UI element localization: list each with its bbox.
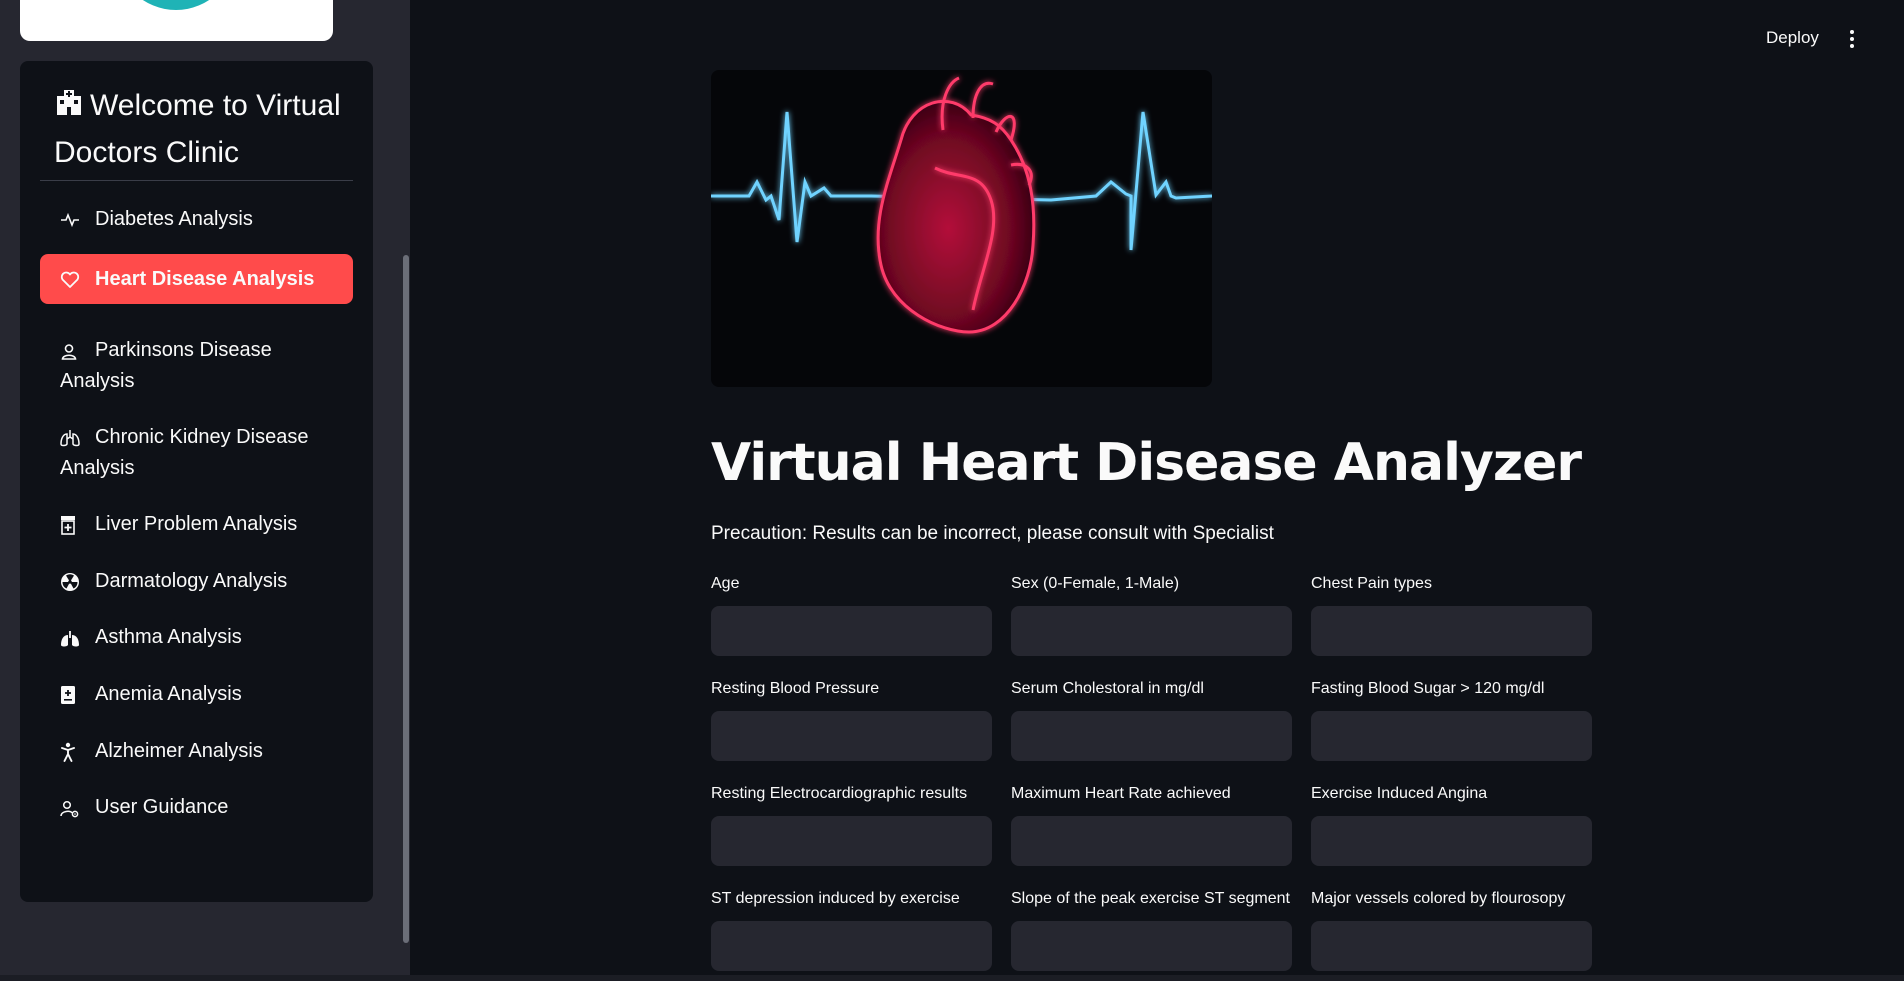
age-field: Age <box>711 574 992 656</box>
menu-item-label: Alzheimer Analysis <box>95 739 263 762</box>
lungs-icon <box>60 623 95 653</box>
menu-item-label: Asthma Analysis <box>95 626 242 649</box>
st-depression-field: ST depression induced by exercise <box>711 889 992 971</box>
menu-item-liver[interactable]: Liver Problem Analysis <box>40 502 353 547</box>
menu-item-label: Heart Disease Analysis <box>95 267 315 290</box>
sidebar-scrollbar[interactable] <box>403 255 409 943</box>
st-slope-field: Slope of the peak exercise ST segment <box>1011 889 1292 971</box>
radiation-icon <box>60 566 95 596</box>
heart-ecg-image <box>711 70 1212 387</box>
field-label: Chest Pain types <box>1311 575 1432 592</box>
menu-item-label: Liver Problem Analysis <box>95 512 298 535</box>
cholesterol-field: Serum Cholestoral in mg/dl <box>1011 679 1292 761</box>
major-vessels-input[interactable] <box>1311 921 1592 971</box>
menu-item-diabetes[interactable]: Diabetes Analysis <box>40 197 353 242</box>
sex-input[interactable] <box>1011 606 1292 656</box>
field-label: Age <box>711 575 740 592</box>
field-label: Slope of the peak exercise ST segment <box>1011 890 1290 907</box>
menu-item-label: Diabetes Analysis <box>95 208 253 230</box>
more-options-icon[interactable] <box>1845 30 1859 52</box>
fasting-sugar-input[interactable] <box>1311 711 1592 761</box>
menu-item-user-guidance[interactable]: User Guidance <box>40 785 353 830</box>
menu-heading-text: Welcome to Virtual Doctors Clinic <box>54 89 341 169</box>
exercise-angina-input[interactable] <box>1311 816 1592 866</box>
field-label: Fasting Blood Sugar > 120 mg/dl <box>1311 680 1545 697</box>
lungs-outline-icon <box>60 423 95 453</box>
field-label: Exercise Induced Angina <box>1311 785 1488 802</box>
cholesterol-input[interactable] <box>1011 711 1292 761</box>
field-label: ST depression induced by exercise <box>711 890 960 907</box>
clinic-logo <box>20 0 333 41</box>
user-gear-icon <box>60 793 95 823</box>
st-depression-input[interactable] <box>711 921 992 971</box>
st-slope-input[interactable] <box>1011 921 1292 971</box>
field-label: Maximum Heart Rate achieved <box>1011 785 1231 802</box>
menu-item-darmatology[interactable]: Darmatology Analysis <box>40 559 353 604</box>
menu-item-parkinsons[interactable]: Parkinsons Disease Analysis <box>40 328 353 403</box>
precaution-text: Precaution: Results can be incorrect, pl… <box>711 523 1274 544</box>
menu-item-asthma[interactable]: Asthma Analysis <box>40 615 353 660</box>
menu-item-label: Darmatology Analysis <box>95 569 288 592</box>
max-heart-rate-input[interactable] <box>1011 816 1292 866</box>
page-title: Virtual Heart Disease Analyzer <box>711 433 1582 493</box>
menu-item-chronic-kidney[interactable]: Chronic Kidney Disease Analysis <box>40 415 353 490</box>
menu-item-label: Anemia Analysis <box>95 683 242 706</box>
fasting-sugar-field: Fasting Blood Sugar > 120 mg/dl <box>1311 679 1592 761</box>
logo-emblem <box>116 0 236 10</box>
menu-item-label: Chronic Kidney Disease Analysis <box>60 426 309 479</box>
major-vessels-field: Major vessels colored by flourosopy <box>1311 889 1592 971</box>
resting-bp-field: Resting Blood Pressure <box>711 679 992 761</box>
heart-icon <box>60 264 95 294</box>
activity-icon <box>60 205 95 235</box>
menu-heading: Welcome to Virtual Doctors Clinic <box>54 83 354 175</box>
field-label: Major vessels colored by flourosopy <box>1311 890 1566 907</box>
menu-item-label: User Guidance <box>95 796 229 819</box>
menu-item-anemia[interactable]: Anemia Analysis <box>40 672 353 717</box>
prescription-icon <box>60 510 95 540</box>
person-icon <box>60 336 95 366</box>
menu-list: Diabetes Analysis Heart Disease Analysis… <box>40 197 353 842</box>
field-label: Serum Cholestoral in mg/dl <box>1011 680 1204 697</box>
exercise-angina-field: Exercise Induced Angina <box>1311 784 1592 866</box>
chest-pain-input[interactable] <box>1311 606 1592 656</box>
window-bottom-edge <box>0 975 1904 981</box>
hospital-icon <box>54 85 90 130</box>
medical-file-icon <box>60 680 95 710</box>
chest-pain-field: Chest Pain types <box>1311 574 1592 656</box>
sex-field: Sex (0-Female, 1-Male) <box>1011 574 1292 656</box>
menu-divider <box>40 180 353 181</box>
age-input[interactable] <box>711 606 992 656</box>
navigation-menu: Welcome to Virtual Doctors Clinic Diabet… <box>20 61 373 902</box>
resting-ecg-field: Resting Electrocardiographic results <box>711 784 992 866</box>
field-label: Resting Electrocardiographic results <box>711 785 968 802</box>
max-heart-rate-field: Maximum Heart Rate achieved <box>1011 784 1292 866</box>
field-label: Resting Blood Pressure <box>711 680 880 697</box>
person-standing-icon <box>60 736 95 766</box>
menu-item-heart-disease[interactable]: Heart Disease Analysis <box>40 253 353 305</box>
deploy-button[interactable]: Deploy <box>1766 28 1819 48</box>
menu-item-alzheimer[interactable]: Alzheimer Analysis <box>40 729 353 774</box>
sidebar: Welcome to Virtual Doctors Clinic Diabet… <box>0 0 410 981</box>
resting-bp-input[interactable] <box>711 711 992 761</box>
resting-ecg-input[interactable] <box>711 816 992 866</box>
field-label: Sex (0-Female, 1-Male) <box>1011 575 1180 592</box>
